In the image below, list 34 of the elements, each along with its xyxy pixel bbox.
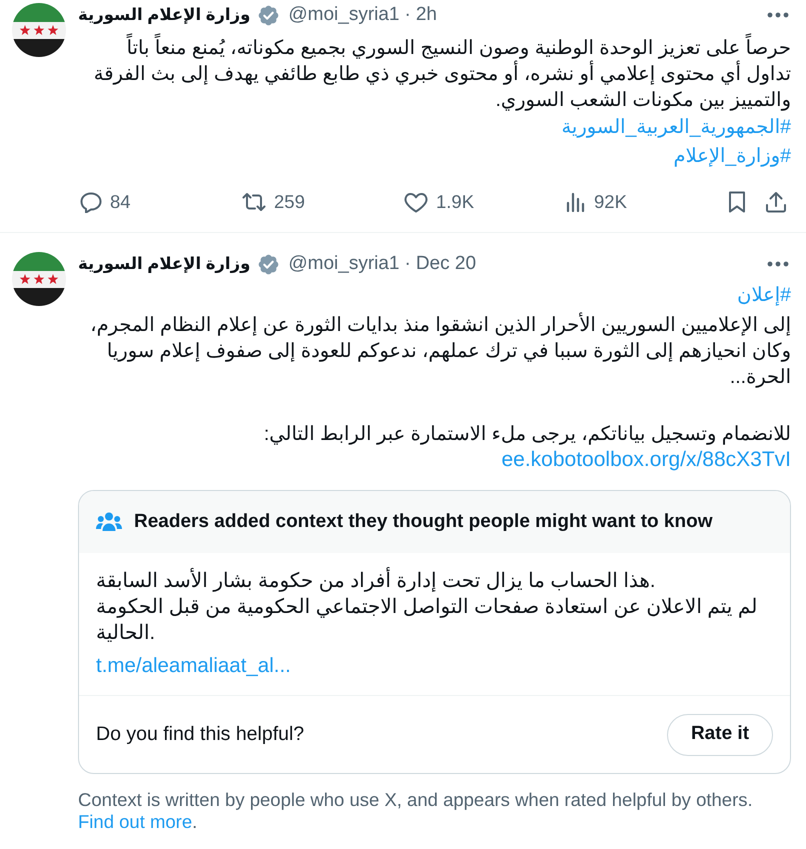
post-time[interactable]: Dec 20 — [416, 250, 476, 278]
note-footer-text: Context is written by people who use X, and appears when rated helpful by others. Find out more. — [78, 789, 754, 833]
note-text: هذا الحساب ما يزال تحت إدارة أفراد من حكومة بشار الأسد السابقة. — [96, 568, 773, 594]
more-icon[interactable] — [767, 261, 789, 267]
heart-icon — [404, 192, 428, 212]
post-text: إلى الإعلاميين السوريين الأحرار الذين انشقوا منذ بدايات الثورة عن إعلام النظام المجرم، وكان انحيازهم إلى الثورة سببا في ترك عملهم، ندعوكم للعودة إلى صفوف إعلام سوريا الحرة... — [89, 312, 791, 390]
author-name[interactable]: وزارة الإعلام السورية — [78, 2, 250, 28]
speech-bubble-icon — [80, 192, 102, 212]
loop-arrows-icon — [242, 192, 266, 212]
dot-separator: · — [404, 252, 411, 276]
dot-separator: · — [404, 2, 411, 27]
flag-avatar-icon[interactable] — [12, 3, 66, 57]
author-handle[interactable]: @moi_syria1 — [288, 0, 400, 30]
more-icon[interactable] — [767, 12, 789, 18]
rate-it-button[interactable]: Rate it — [667, 714, 773, 756]
bookmark-button[interactable] — [728, 191, 746, 213]
post-text: للانضمام وتسجيل بياناتكم، يرجى ملء الاستمارة عبر الرابط التالي: — [262, 422, 791, 447]
repost-button[interactable]: 259 — [242, 188, 305, 216]
flag-avatar-icon[interactable] — [12, 252, 66, 306]
views-button[interactable]: 92K — [566, 188, 627, 216]
bar-chart-icon — [566, 192, 586, 212]
note-text: لم يتم الاعلان عن استعادة صفحات التواصل الاجتماعي الحكومية من قبل الحكومة الحالية. — [96, 595, 758, 646]
bookmark-icon — [728, 191, 746, 213]
note-heading: Readers added context they thought people might want to know — [134, 510, 712, 534]
upload-arrow-icon — [765, 191, 787, 213]
author-handle[interactable]: @moi_syria1 — [288, 250, 400, 278]
reply-button[interactable]: 84 — [80, 188, 131, 216]
post-time[interactable]: 2h — [416, 0, 437, 30]
author-name[interactable]: وزارة الإعلام السورية — [78, 252, 250, 276]
helpful-question: Do you find this helpful? — [96, 722, 304, 747]
like-button[interactable]: 1.9K — [404, 188, 474, 216]
post-text: حرصاً على تعزيز الوحدة الوطنية وصون النسيج السوري بجميع مكوناته، يُمنع منعاً باتاً تداول أي محتوى إعلامي أو نشره، أو محتوى خبري ذي طابع طائفي يهدف إلى بث الفرقة والتمييز بين مكونات الشعب السوري. — [78, 35, 791, 113]
share-button[interactable] — [765, 191, 787, 213]
people-icon — [96, 512, 122, 532]
